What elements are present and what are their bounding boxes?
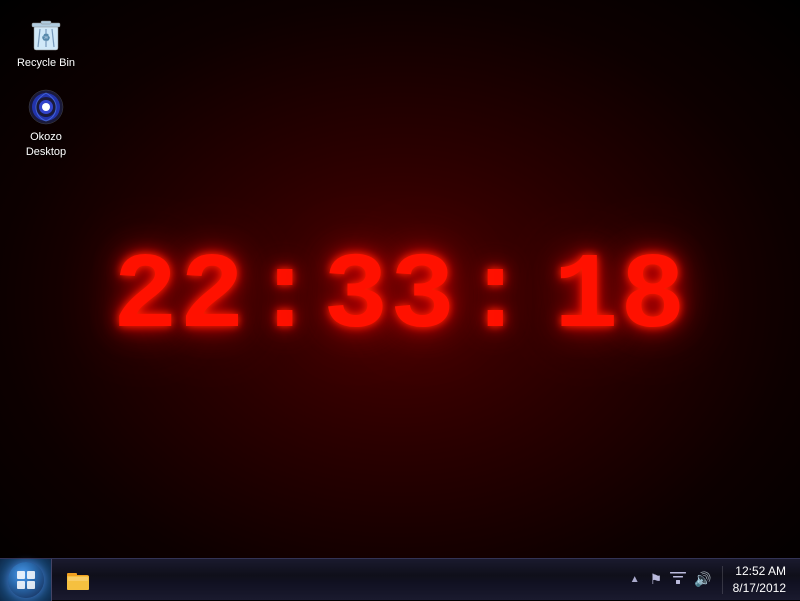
svg-text:♻: ♻	[42, 33, 51, 44]
clock-minutes: 33	[323, 244, 457, 352]
recycle-bin-icon[interactable]: ♻ Recycle Bin	[10, 10, 82, 74]
tray-volume-icon[interactable]: 🔊	[692, 569, 713, 590]
okozo-image	[27, 88, 65, 126]
okozo-label-line1: Okozo	[14, 130, 78, 144]
start-orb	[8, 562, 44, 598]
start-button[interactable]	[0, 559, 52, 601]
system-tray: ▲ ⚑ 🔊 12:52 AM 8/17/201	[618, 559, 800, 600]
clock-colon-2: :	[457, 244, 534, 352]
taskbar: ▲ ⚑ 🔊 12:52 AM 8/17/201	[0, 558, 800, 600]
taskbar-pins	[52, 559, 104, 600]
okozo-desktop-icon[interactable]: Okozo Desktop	[10, 84, 82, 163]
desktop-icons-area: ♻ Recycle Bin Okozo Desktop	[0, 0, 92, 173]
clock-display: 22 : 33 : 18	[113, 244, 688, 352]
tray-flag-icon[interactable]: ⚑	[648, 569, 665, 590]
tray-date: 8/17/2012	[733, 580, 786, 597]
okozo-label-line2: Desktop	[14, 145, 78, 159]
recycle-bin-label: Recycle Bin	[14, 56, 78, 70]
recycle-bin-image: ♻	[27, 14, 65, 52]
tray-time: 12:52 AM	[735, 563, 786, 580]
desktop: ♻ Recycle Bin Okozo Desktop	[0, 0, 800, 600]
tray-clock[interactable]: 12:52 AM 8/17/2012	[727, 563, 792, 597]
clock-colon-1: :	[246, 244, 323, 352]
clock-seconds: 18	[554, 244, 688, 352]
tray-network-icon[interactable]	[668, 568, 688, 591]
clock-hours: 22	[113, 244, 247, 352]
tray-icons: ⚑ 🔊	[644, 568, 718, 591]
tray-expand-arrow[interactable]: ▲	[626, 572, 644, 587]
taskbar-pin-explorer[interactable]	[57, 561, 99, 599]
tray-separator	[722, 566, 723, 594]
